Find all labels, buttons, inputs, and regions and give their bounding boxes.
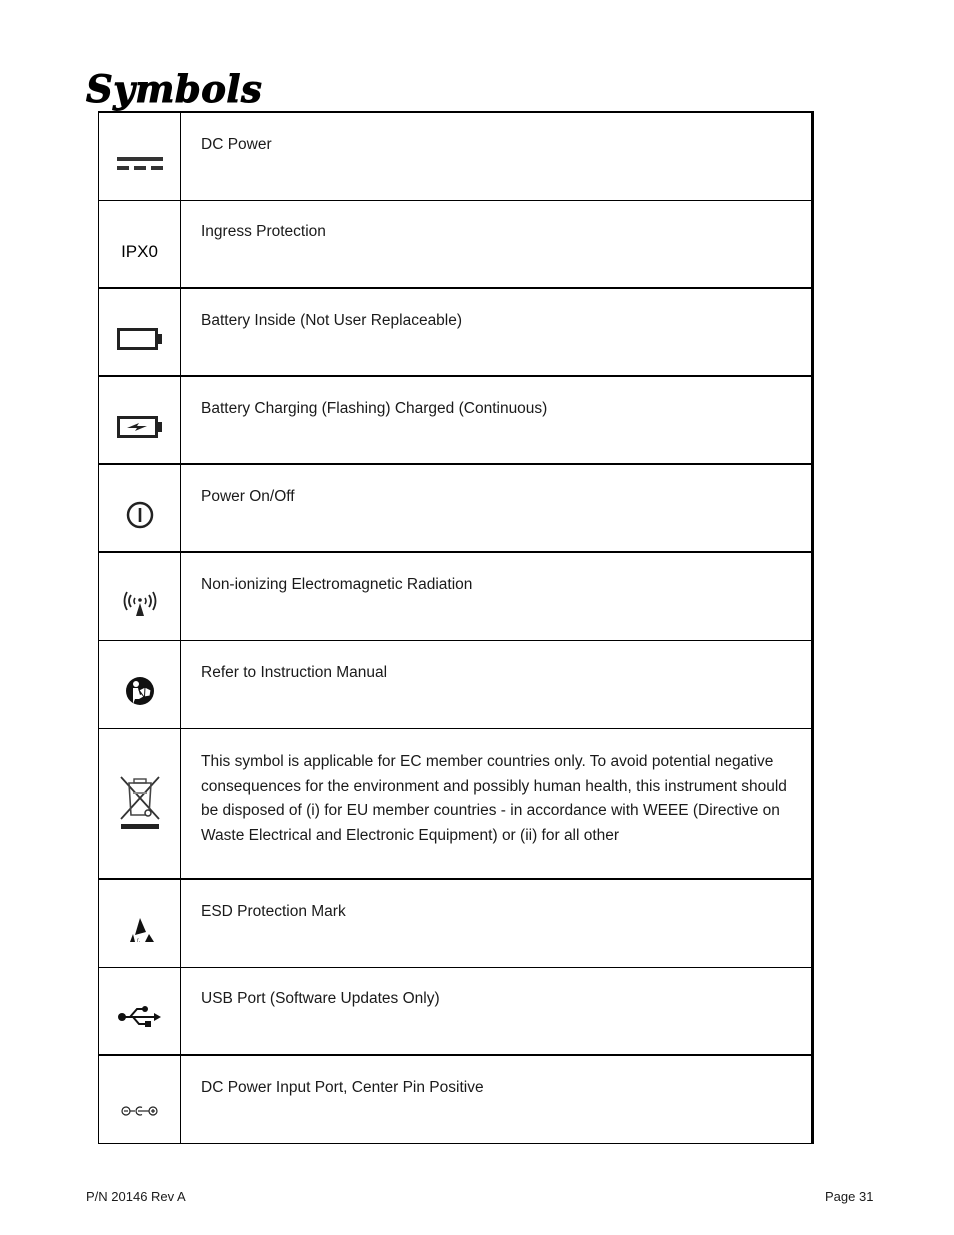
page-title: Symbols [85,67,263,112]
table-row: Refer to Instruction Manual [98,639,814,729]
icon-cell [98,551,181,641]
usb-icon [117,1005,163,1034]
icon-cell [98,966,181,1056]
icon-cell [98,111,181,201]
part-number: P/N 20146 Rev A [86,1189,186,1204]
weee-bin-icon [119,775,161,836]
icon-cell [98,1054,181,1144]
radiation-icon [121,588,159,623]
table-row: Non-ionizing Electromagnetic Radiation [98,551,814,641]
symbol-description: Ingress Protection [180,199,814,289]
table-row: IPX0 Ingress Protection [98,199,814,289]
dc-polarity-icon [120,1104,159,1122]
table-row: This symbol is applicable for EC member … [98,727,814,880]
symbol-description: This symbol is applicable for EC member … [180,727,814,880]
manual-icon [125,676,155,711]
icon-cell [98,639,181,729]
symbol-description: Battery Inside (Not User Replaceable) [180,287,814,377]
icon-cell: r. [98,878,181,968]
symbol-description: Refer to Instruction Manual [180,639,814,729]
symbol-description: DC Power Input Port, Center Pin Positive [180,1054,814,1144]
esd-icon: r. [125,916,155,949]
table-row: Power On/Off [98,463,814,553]
dc-power-icon [116,155,163,176]
svg-text:r.: r. [137,938,141,944]
battery-charging-icon [116,415,163,443]
table-row: DC Power Input Port, Center Pin Positive [98,1054,814,1144]
icon-cell [98,727,181,880]
icon-cell [98,287,181,377]
table-row: Battery Charging (Flashing) Charged (Con… [98,375,814,465]
symbol-description: ESD Protection Mark [180,878,814,968]
table-row: DC Power [98,111,814,201]
symbol-description: Non-ionizing Electromagnetic Radiation [180,551,814,641]
symbols-table: DC Power IPX0 Ingress Protection Battery… [98,111,814,1144]
page-number: Page 31 [825,1189,874,1204]
table-row: Battery Inside (Not User Replaceable) [98,287,814,377]
icon-cell [98,375,181,465]
power-icon [125,500,155,535]
table-row: USB Port (Software Updates Only) [98,966,814,1056]
icon-cell: IPX0 [98,199,181,289]
ingress-protection-icon: IPX0 [121,241,158,261]
symbol-description: USB Port (Software Updates Only) [180,966,814,1056]
battery-icon [116,327,163,355]
symbol-description: Power On/Off [180,463,814,553]
symbol-description: Battery Charging (Flashing) Charged (Con… [180,375,814,465]
symbol-description: DC Power [180,111,814,201]
icon-cell [98,463,181,553]
table-row: r. ESD Protection Mark [98,878,814,968]
